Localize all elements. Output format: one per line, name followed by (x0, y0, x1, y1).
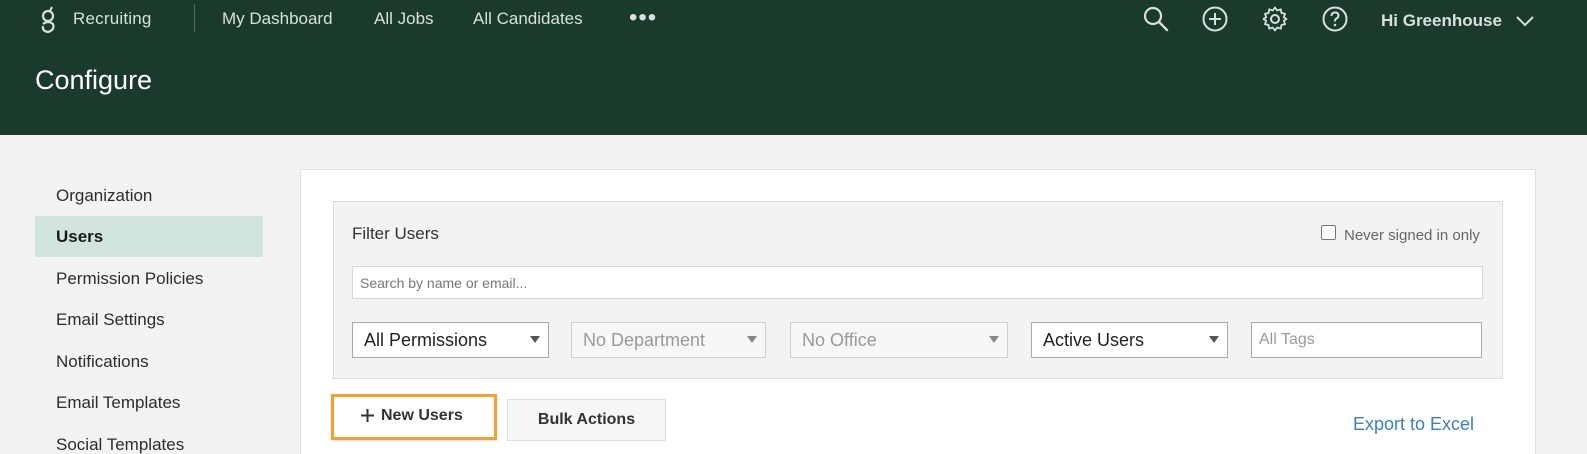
user-menu[interactable]: Hi Greenhouse (1381, 11, 1502, 31)
nav-all-candidates[interactable]: All Candidates (473, 9, 583, 29)
new-users-label: New Users (381, 407, 463, 424)
greenhouse-logo-icon[interactable] (38, 4, 58, 34)
permissions-select[interactable]: All Permissions (352, 322, 549, 358)
sidebar-item-email-templates[interactable]: Email Templates (35, 382, 263, 423)
nav-divider (194, 4, 195, 32)
search-icon[interactable] (1142, 5, 1170, 33)
tags-input[interactable] (1251, 322, 1482, 358)
caret-down-icon (989, 336, 999, 343)
caret-down-icon (1209, 336, 1219, 343)
export-to-excel-link[interactable]: Export to Excel (1353, 414, 1474, 435)
add-circle-icon[interactable] (1201, 5, 1229, 33)
sidebar-item-email-settings[interactable]: Email Settings (35, 299, 263, 340)
new-users-button[interactable]: New Users (331, 394, 497, 440)
sidebar-item-notifications[interactable]: Notifications (35, 341, 263, 382)
top-bar: Recruiting My Dashboard All Jobs All Can… (0, 0, 1587, 135)
never-signed-in-checkbox[interactable] (1321, 225, 1336, 240)
chevron-down-icon[interactable] (1515, 14, 1535, 28)
nav-my-dashboard[interactable]: My Dashboard (222, 9, 333, 29)
permissions-select-value: All Permissions (364, 330, 488, 350)
nav-all-jobs[interactable]: All Jobs (374, 9, 434, 29)
bulk-actions-button[interactable]: Bulk Actions (507, 399, 666, 441)
filter-title: Filter Users (352, 224, 439, 243)
user-status-select[interactable]: Active Users (1031, 322, 1228, 358)
office-select[interactable]: No Office (790, 322, 1008, 358)
plus-icon (361, 409, 374, 422)
search-input[interactable] (352, 266, 1483, 299)
more-menu-icon[interactable]: ••• (629, 4, 657, 32)
caret-down-icon (747, 336, 757, 343)
user-status-select-value: Active Users (1043, 330, 1145, 350)
never-signed-in-label[interactable]: Never signed in only (1344, 227, 1480, 244)
sidebar-item-users[interactable]: Users (35, 216, 263, 257)
office-select-value: No Office (802, 330, 877, 350)
sidebar-item-permission-policies[interactable]: Permission Policies (35, 258, 263, 299)
sidebar-item-social-templates[interactable]: Social Templates (35, 424, 263, 454)
sidebar-item-organization[interactable]: Organization (35, 175, 263, 216)
brand-label[interactable]: Recruiting (73, 9, 152, 29)
department-select[interactable]: No Department (571, 322, 766, 358)
page-title: Configure (35, 65, 153, 95)
department-select-value: No Department (583, 330, 706, 350)
help-icon[interactable] (1321, 5, 1349, 33)
caret-down-icon (530, 336, 540, 343)
gear-icon[interactable] (1261, 5, 1289, 33)
